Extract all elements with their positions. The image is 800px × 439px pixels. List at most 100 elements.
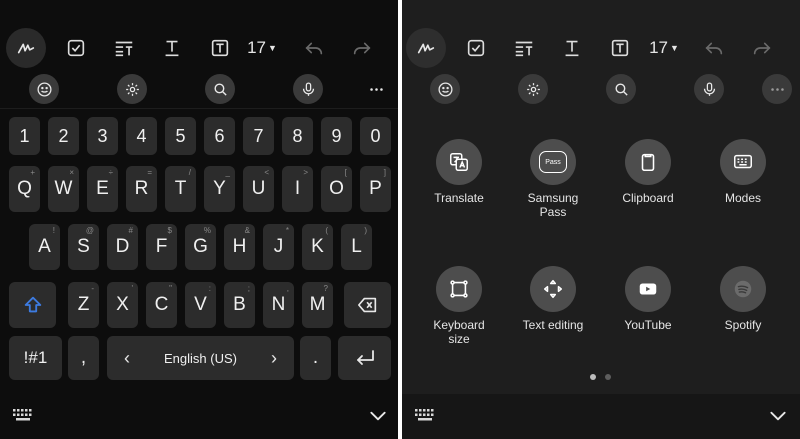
- key-j[interactable]: J *: [263, 224, 294, 270]
- key-f[interactable]: F $: [146, 224, 177, 270]
- key-secondary: +: [30, 168, 35, 177]
- comma-key[interactable]: ,: [68, 336, 99, 380]
- undo-button[interactable]: [294, 22, 334, 74]
- tile-label: Translate: [434, 191, 484, 205]
- modes-icon: [720, 139, 766, 185]
- search-icon: [614, 82, 628, 96]
- text-box-button[interactable]: [200, 22, 240, 74]
- page-indicator-dot[interactable]: [605, 374, 611, 380]
- keyboard-icon[interactable]: [12, 408, 34, 422]
- key-7[interactable]: 7: [243, 117, 274, 155]
- samsung-pass-tile[interactable]: Pass Samsung Pass: [505, 139, 601, 219]
- key-r[interactable]: R =: [126, 166, 157, 212]
- key-t[interactable]: T /: [165, 166, 196, 212]
- key-u[interactable]: U <: [243, 166, 274, 212]
- key-n[interactable]: N,: [263, 282, 294, 328]
- checklist-button[interactable]: [456, 22, 496, 74]
- key-p[interactable]: P]: [360, 166, 391, 212]
- enter-icon: [356, 350, 374, 365]
- key-y[interactable]: Y _: [204, 166, 235, 212]
- key-w[interactable]: W ×: [48, 166, 79, 212]
- key-5[interactable]: 5: [165, 117, 196, 155]
- spotify-tile[interactable]: Spotify: [695, 266, 791, 332]
- redo-button[interactable]: [342, 22, 382, 74]
- key-8[interactable]: 8: [282, 117, 313, 155]
- key-z[interactable]: Z-: [68, 282, 99, 328]
- search-button[interactable]: [205, 74, 235, 104]
- key-a[interactable]: A!: [29, 224, 60, 270]
- enter-key[interactable]: [338, 336, 391, 380]
- key-label: X: [116, 294, 129, 315]
- text-style-button[interactable]: [504, 22, 544, 74]
- key-d[interactable]: D #: [107, 224, 138, 270]
- key-x[interactable]: X ': [107, 282, 138, 328]
- tile-label: Text editing: [522, 318, 584, 332]
- voice-input-button[interactable]: [293, 74, 323, 104]
- chevron-down-icon[interactable]: [368, 406, 388, 426]
- period-key[interactable]: .: [300, 336, 331, 380]
- backspace-key[interactable]: [344, 282, 391, 328]
- key-m[interactable]: M?: [302, 282, 333, 328]
- key-2[interactable]: 2: [48, 117, 79, 155]
- checkbox-icon: [467, 39, 485, 57]
- space-bar[interactable]: ‹ English (US) ›: [107, 336, 294, 380]
- shift-key[interactable]: [9, 282, 56, 328]
- key-k[interactable]: K(: [302, 224, 333, 270]
- cursor-right-icon: ›: [271, 347, 277, 368]
- font-size-dropdown[interactable]: 17 ▼: [244, 22, 280, 74]
- search-button[interactable]: [606, 74, 636, 104]
- translate-tile[interactable]: Translate: [411, 139, 507, 205]
- more-options-button[interactable]: [762, 74, 792, 104]
- key-0[interactable]: 0: [360, 117, 391, 155]
- navigation-bar: [0, 394, 398, 439]
- emoji-button[interactable]: [29, 74, 59, 104]
- key-e[interactable]: E ÷: [87, 166, 118, 212]
- text-editing-tile[interactable]: Text editing: [505, 266, 601, 332]
- handwriting-button[interactable]: [6, 22, 46, 74]
- key-h[interactable]: H &: [224, 224, 255, 270]
- key-secondary: /: [188, 168, 191, 177]
- redo-button[interactable]: [742, 22, 782, 74]
- key-3[interactable]: 3: [87, 117, 118, 155]
- youtube-tile[interactable]: YouTube: [600, 266, 696, 332]
- key-secondary: ,: [286, 284, 289, 293]
- key-g[interactable]: G%: [185, 224, 216, 270]
- key-9[interactable]: 9: [321, 117, 352, 155]
- undo-button[interactable]: [694, 22, 734, 74]
- key-1[interactable]: 1: [9, 117, 40, 155]
- key-c[interactable]: C ": [146, 282, 177, 328]
- text-box-button[interactable]: [600, 22, 640, 74]
- font-size-dropdown[interactable]: 17 ▼: [646, 22, 682, 74]
- text-style-button[interactable]: [104, 22, 144, 74]
- key-label: K: [311, 236, 324, 257]
- symbols-key[interactable]: !#1: [9, 336, 62, 380]
- keyboard-icon[interactable]: [414, 408, 436, 422]
- settings-button[interactable]: [518, 74, 548, 104]
- key-q[interactable]: Q +: [9, 166, 40, 212]
- samsung-pass-icon: Pass: [530, 139, 576, 185]
- key-l[interactable]: L): [341, 224, 372, 270]
- settings-button[interactable]: [117, 74, 147, 104]
- keyboard-toolbar: 17 ▼: [0, 22, 398, 74]
- key-v[interactable]: V:: [185, 282, 216, 328]
- chevron-down-icon[interactable]: [768, 406, 788, 426]
- key-o[interactable]: O[: [321, 166, 352, 212]
- voice-input-button[interactable]: [694, 74, 724, 104]
- key-b[interactable]: B;: [224, 282, 255, 328]
- key-label: M: [309, 294, 326, 315]
- more-options-button[interactable]: [361, 74, 391, 104]
- key-i[interactable]: I >: [282, 166, 313, 212]
- underline-button[interactable]: [152, 22, 192, 74]
- key-4[interactable]: 4: [126, 117, 157, 155]
- youtube-icon: [625, 266, 671, 312]
- modes-tile[interactable]: Modes: [695, 139, 791, 205]
- emoji-button[interactable]: [430, 74, 460, 104]
- keyboard-size-tile[interactable]: Keyboard size: [411, 266, 507, 346]
- checklist-button[interactable]: [56, 22, 96, 74]
- search-icon: [213, 82, 227, 96]
- underline-button[interactable]: [552, 22, 592, 74]
- key-s[interactable]: S @: [68, 224, 99, 270]
- handwriting-button[interactable]: [406, 22, 446, 74]
- clipboard-tile[interactable]: Clipboard: [600, 139, 696, 205]
- key-6[interactable]: 6: [204, 117, 235, 155]
